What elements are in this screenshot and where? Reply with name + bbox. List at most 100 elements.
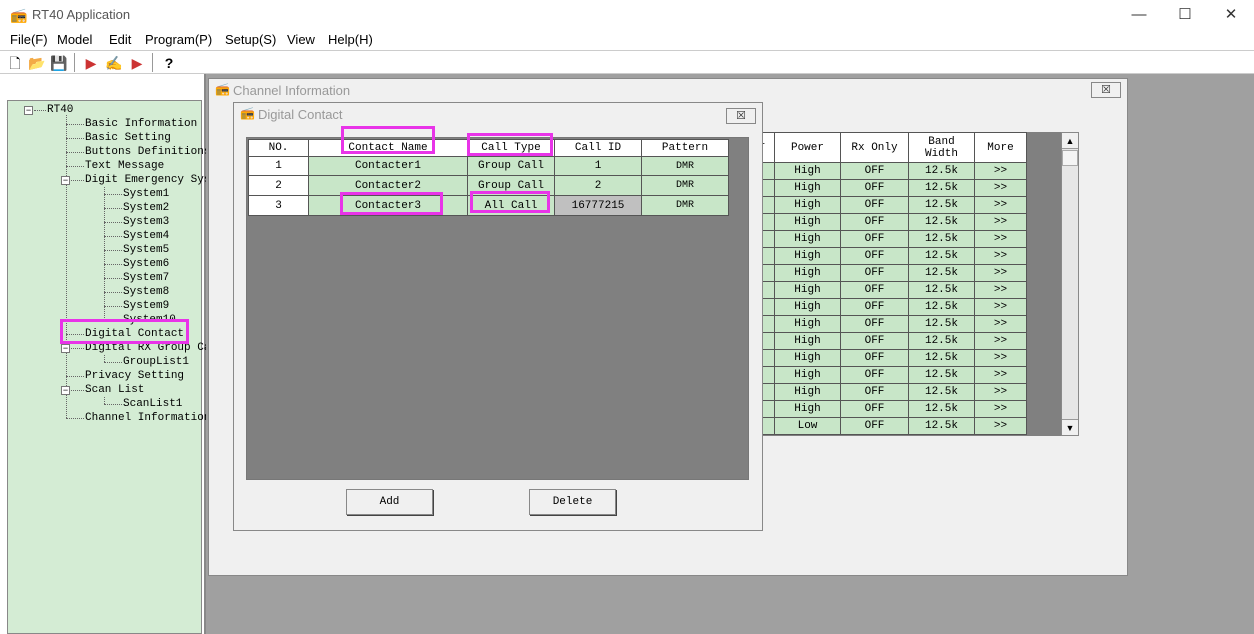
help-icon[interactable]: ? (160, 54, 178, 72)
contact-name-cell[interactable]: Contacter3 (308, 195, 468, 216)
more-cell[interactable]: >> (974, 417, 1027, 435)
power-cell[interactable]: High (774, 281, 841, 299)
call-type-cell[interactable]: Group Call (467, 175, 555, 196)
table-row[interactable]: 3 Contacter3 All Call 16777215 DMR (248, 195, 729, 216)
power-cell[interactable]: Low (774, 417, 841, 435)
collapse-icon[interactable]: − (61, 386, 70, 395)
minimize-button[interactable]: — (1116, 0, 1162, 30)
call-type-cell[interactable]: Group Call (467, 156, 555, 176)
tree-item-scanlist1[interactable]: ScanList1 (123, 398, 182, 411)
more-cell[interactable]: >> (974, 281, 1027, 299)
tree-item-basic-setting[interactable]: Basic Setting (85, 132, 171, 145)
rx-only-cell[interactable]: OFF (840, 332, 909, 350)
rx-only-cell[interactable]: OFF (840, 417, 909, 435)
table-row[interactable]: RHighOFF12.5k>> (746, 213, 1027, 231)
save-icon[interactable]: 💾 (50, 54, 68, 72)
tree-item-digital-rx-group[interactable]: Digital RX Group Ca (85, 342, 210, 355)
more-cell[interactable]: >> (974, 264, 1027, 282)
more-cell[interactable]: >> (974, 349, 1027, 367)
table-row[interactable]: RHighOFF12.5k>> (746, 281, 1027, 299)
band-width-cell[interactable]: 12.5k (908, 298, 975, 316)
rx-only-cell[interactable]: OFF (840, 230, 909, 248)
tree-item-privacy-setting[interactable]: Privacy Setting (85, 370, 184, 383)
menu-edit[interactable]: Edit (109, 32, 131, 47)
tree-item-system10[interactable]: System10 (123, 314, 176, 327)
menu-setup[interactable]: Setup(S) (225, 32, 276, 47)
menu-file[interactable]: File(F) (10, 32, 48, 47)
table-row[interactable]: RHighOFF12.5k>> (746, 298, 1027, 316)
table-row[interactable]: RHighOFF12.5k>> (746, 230, 1027, 248)
tree-item-digital-contact[interactable]: Digital Contact (85, 328, 184, 341)
power-cell[interactable]: High (774, 179, 841, 197)
band-width-cell[interactable]: 12.5k (908, 196, 975, 214)
power-cell[interactable]: High (774, 196, 841, 214)
band-width-cell[interactable]: 12.5k (908, 383, 975, 401)
tree-item-system9[interactable]: System9 (123, 300, 169, 313)
more-cell[interactable]: >> (974, 213, 1027, 231)
table-row[interactable]: RHighOFF12.5k>> (746, 315, 1027, 333)
power-cell[interactable]: High (774, 213, 841, 231)
table-row[interactable]: RHighOFF12.5k>> (746, 247, 1027, 265)
power-cell[interactable]: High (774, 383, 841, 401)
more-cell[interactable]: >> (974, 332, 1027, 350)
tree-item-system6[interactable]: System6 (123, 258, 169, 271)
more-cell[interactable]: >> (974, 196, 1027, 214)
more-cell[interactable]: >> (974, 162, 1027, 180)
table-row[interactable]: 1 Contacter1 Group Call 1 DMR (248, 156, 729, 176)
call-type-cell[interactable]: All Call (467, 195, 555, 216)
tree-item-system3[interactable]: System3 (123, 216, 169, 229)
rx-only-cell[interactable]: OFF (840, 264, 909, 282)
call-id-cell[interactable]: 1 (554, 156, 642, 176)
tree-item-system5[interactable]: System5 (123, 244, 169, 257)
band-width-cell[interactable]: 12.5k (908, 281, 975, 299)
power-cell[interactable]: High (774, 366, 841, 384)
power-cell[interactable]: High (774, 298, 841, 316)
more-cell[interactable]: >> (974, 366, 1027, 384)
rx-only-cell[interactable]: OFF (840, 196, 909, 214)
band-width-cell[interactable]: 12.5k (908, 247, 975, 265)
power-cell[interactable]: High (774, 247, 841, 265)
scroll-up-icon[interactable]: ▲ (1062, 133, 1078, 149)
call-id-cell[interactable]: 16777215 (554, 195, 642, 216)
power-cell[interactable]: High (774, 349, 841, 367)
tree-item-digit-emergency[interactable]: Digit Emergency Sys (85, 174, 210, 187)
open-folder-icon[interactable]: 📂 (28, 54, 46, 72)
power-cell[interactable]: High (774, 315, 841, 333)
menu-view[interactable]: View (287, 32, 315, 47)
tree-item-system7[interactable]: System7 (123, 272, 169, 285)
rx-only-cell[interactable]: OFF (840, 281, 909, 299)
band-width-cell[interactable]: 12.5k (908, 179, 975, 197)
more-cell[interactable]: >> (974, 383, 1027, 401)
rx-only-cell[interactable]: OFF (840, 366, 909, 384)
pattern-cell[interactable]: DMR (641, 156, 729, 176)
channel-window-close-button[interactable]: ☒ (1091, 82, 1121, 98)
contact-name-cell[interactable]: Contacter1 (308, 156, 468, 176)
tree-item-system1[interactable]: System1 (123, 188, 169, 201)
table-row[interactable]: RLowOFF12.5k>> (746, 417, 1027, 435)
tree-item-system2[interactable]: System2 (123, 202, 169, 215)
more-cell[interactable]: >> (974, 298, 1027, 316)
more-cell[interactable]: >> (974, 315, 1027, 333)
menu-help[interactable]: Help(H) (328, 32, 373, 47)
power-cell[interactable]: High (774, 332, 841, 350)
collapse-icon[interactable]: − (24, 106, 33, 115)
band-width-cell[interactable]: 12.5k (908, 213, 975, 231)
table-row[interactable]: RHighOFF12.5k>> (746, 332, 1027, 350)
table-row[interactable]: RHighOFF12.5k>> (746, 179, 1027, 197)
collapse-icon[interactable]: − (61, 344, 70, 353)
band-width-cell[interactable]: 12.5k (908, 230, 975, 248)
menu-model[interactable]: Model (57, 32, 92, 47)
more-cell[interactable]: >> (974, 247, 1027, 265)
table-row[interactable]: RHighOFF12.5k>> (746, 366, 1027, 384)
delete-button[interactable]: Delete (529, 489, 616, 515)
table-row[interactable]: RHighOFF12.5k>> (746, 349, 1027, 367)
channel-scrollbar[interactable]: ▲ ▼ (1061, 132, 1079, 436)
table-row[interactable]: RHighOFF12.5k>> (746, 162, 1027, 180)
rx-only-cell[interactable]: OFF (840, 247, 909, 265)
band-width-cell[interactable]: 12.5k (908, 417, 975, 435)
table-row[interactable]: 2 Contacter2 Group Call 2 DMR (248, 175, 729, 196)
read-radio-icon[interactable]: ▶ (82, 54, 100, 72)
close-button[interactable]: ✕ (1208, 0, 1254, 30)
band-width-cell[interactable]: 12.5k (908, 349, 975, 367)
band-width-cell[interactable]: 12.5k (908, 366, 975, 384)
